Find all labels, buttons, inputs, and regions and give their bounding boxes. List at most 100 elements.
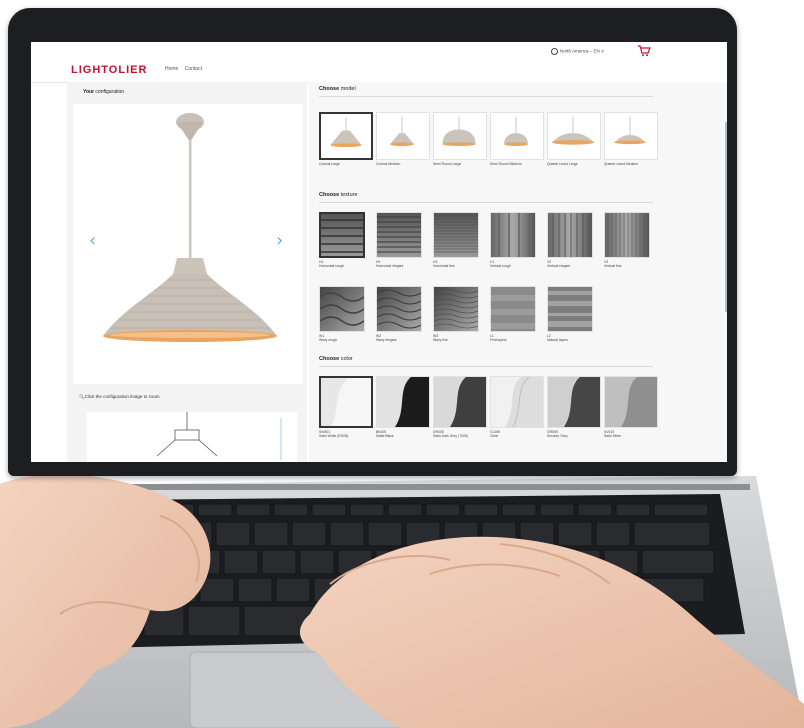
texture-h2-image — [377, 213, 421, 257]
texture-name: Wavy fine — [433, 338, 448, 342]
nav-link-home[interactable]: Home — [165, 66, 178, 72]
laptop-screen: LIGHTOLIER Home Contact North America – … — [31, 42, 727, 462]
choose-color-title-rest: color — [339, 356, 353, 362]
texture-name: Find layers — [490, 338, 507, 342]
model-option-semi-round-large[interactable] — [433, 112, 487, 160]
brand-logo[interactable]: LIGHTOLIER — [71, 64, 147, 76]
texture-label-h2: H2 Horizontal elegant — [376, 260, 432, 268]
color-option-smokey-grey[interactable] — [547, 376, 601, 428]
color-label-satin-silver: SV410 Satin Silver — [604, 430, 660, 438]
conical-large-image — [330, 117, 362, 147]
texture-option-l1[interactable] — [490, 286, 536, 332]
next-image-arrow[interactable]: › — [276, 230, 283, 251]
texture-w3-image — [433, 287, 479, 331]
choose-model-title-rest: model — [339, 86, 356, 92]
texture-name: Horizontal fine — [433, 264, 455, 268]
quarter-round-large-image — [551, 116, 595, 145]
model-option-conical-large[interactable] — [319, 112, 373, 160]
region-selector[interactable]: North America – EN ∨ — [551, 48, 604, 55]
configuration-title-rest: configuration — [94, 89, 125, 95]
configuration-title: Your configuration — [83, 89, 124, 95]
color-name: Satin Silver — [604, 434, 622, 438]
conical-medium-image — [390, 116, 414, 146]
laptop-lid: LIGHTOLIER Home Contact North America – … — [8, 8, 737, 476]
choose-model-title: Choose model — [319, 86, 356, 92]
laptop-keyboard-with-hands — [0, 474, 804, 728]
clear-swatch — [491, 376, 543, 428]
texture-name: Horizontal elegant — [376, 264, 404, 268]
quarter-round-medium-image — [614, 116, 646, 145]
texture-label-v2: V2 Vertical elegant — [547, 260, 603, 268]
divider — [319, 96, 653, 97]
model-option-semi-round-medium[interactable] — [490, 112, 544, 160]
texture-name: Natural layers — [547, 338, 568, 342]
divider — [319, 202, 653, 203]
site-header: LIGHTOLIER Home Contact North America – … — [31, 42, 727, 83]
color-label-smokey-grey: GR005 Smokey Grey — [547, 430, 603, 438]
texture-label-v3: V3 Vertical fine — [604, 260, 660, 268]
zoom-hint: 🔍Click the configuration image to zoom — [79, 394, 160, 400]
texture-label-v1: V1 Vertical rough — [490, 260, 546, 268]
region-label: North America – EN ∨ — [560, 48, 605, 54]
texture-option-h1[interactable] — [319, 212, 365, 258]
color-name: Satin Dark Grey (7005) — [433, 434, 468, 438]
color-option-clear[interactable] — [490, 376, 544, 428]
options-scrollbar[interactable] — [725, 122, 727, 312]
previous-image-arrow[interactable]: ‹ — [89, 230, 96, 251]
texture-name: Vertical elegant — [547, 264, 571, 268]
model-option-conical-medium[interactable] — [376, 112, 430, 160]
model-label-conical-large: Conical Large — [319, 162, 340, 166]
model-option-quarter-round-large[interactable] — [547, 112, 601, 160]
choose-texture-title-rest: texture — [339, 192, 358, 198]
texture-option-l2[interactable] — [547, 286, 593, 332]
color-label-satin-dark-grey: GR405 Satin Dark Grey (7005) — [433, 430, 489, 438]
texture-label-h3: H3 Horizontal fine — [433, 260, 489, 268]
color-option-satin-dark-grey[interactable] — [433, 376, 487, 428]
texture-option-w2[interactable] — [376, 286, 422, 332]
texture-label-w3: W3 Wavy fine — [433, 334, 489, 342]
nav-link-contact[interactable]: Contact — [185, 66, 202, 72]
texture-option-v3[interactable] — [604, 212, 650, 258]
color-label-clear: CL005 Clear — [490, 430, 546, 438]
texture-h1-image — [321, 214, 363, 256]
color-name: Satin White (RG06) — [319, 434, 349, 438]
texture-label-h1: H1 Horizontal rough — [319, 260, 375, 268]
texture-h3-image — [434, 213, 478, 257]
texture-label-w1: W1 Wavy rough — [319, 334, 375, 342]
texture-label-l2: L2 Natural layers — [547, 334, 603, 342]
technical-drawing[interactable] — [87, 412, 297, 462]
texture-name: Wavy elegant — [376, 338, 397, 342]
configuration-preview-image[interactable] — [73, 104, 303, 384]
globe-icon — [551, 48, 558, 55]
color-name: Smokey Grey — [547, 434, 568, 438]
satin-silver-swatch — [605, 377, 657, 427]
texture-v1-image — [491, 213, 535, 257]
color-option-satin-white[interactable] — [319, 376, 373, 428]
satin-dark-grey-swatch — [434, 377, 486, 427]
choose-texture-title-bold: Choose — [319, 192, 340, 198]
color-option-satin-silver[interactable] — [604, 376, 658, 428]
texture-v2-image — [548, 213, 592, 257]
semi-round-medium-image — [504, 116, 528, 146]
texture-l1-image — [491, 287, 535, 331]
texture-option-v1[interactable] — [490, 212, 536, 258]
texture-option-w1[interactable] — [319, 286, 365, 332]
choose-color-title-bold: Choose — [319, 356, 340, 362]
texture-option-h3[interactable] — [433, 212, 479, 258]
model-label-quarter-round-large: Quarter round Large — [547, 162, 578, 166]
texture-label-w2: W2 Wavy elegant — [376, 334, 432, 342]
color-option-matte-black[interactable] — [376, 376, 430, 428]
texture-w2-image — [376, 287, 422, 331]
semi-round-large-image — [442, 116, 476, 146]
cart-icon[interactable] — [637, 45, 651, 57]
texture-option-h2[interactable] — [376, 212, 422, 258]
pendant-lamp-image — [103, 113, 277, 342]
texture-option-w3[interactable] — [433, 286, 479, 332]
satin-white-swatch — [321, 378, 371, 426]
model-option-quarter-round-medium[interactable] — [604, 112, 658, 160]
texture-name: Vertical rough — [490, 264, 511, 268]
model-label-semi-round-large: Semi Round Large — [433, 162, 462, 166]
color-name: Matte Black — [376, 434, 394, 438]
choose-color-title: Choose color — [319, 356, 353, 362]
texture-option-v2[interactable] — [547, 212, 593, 258]
